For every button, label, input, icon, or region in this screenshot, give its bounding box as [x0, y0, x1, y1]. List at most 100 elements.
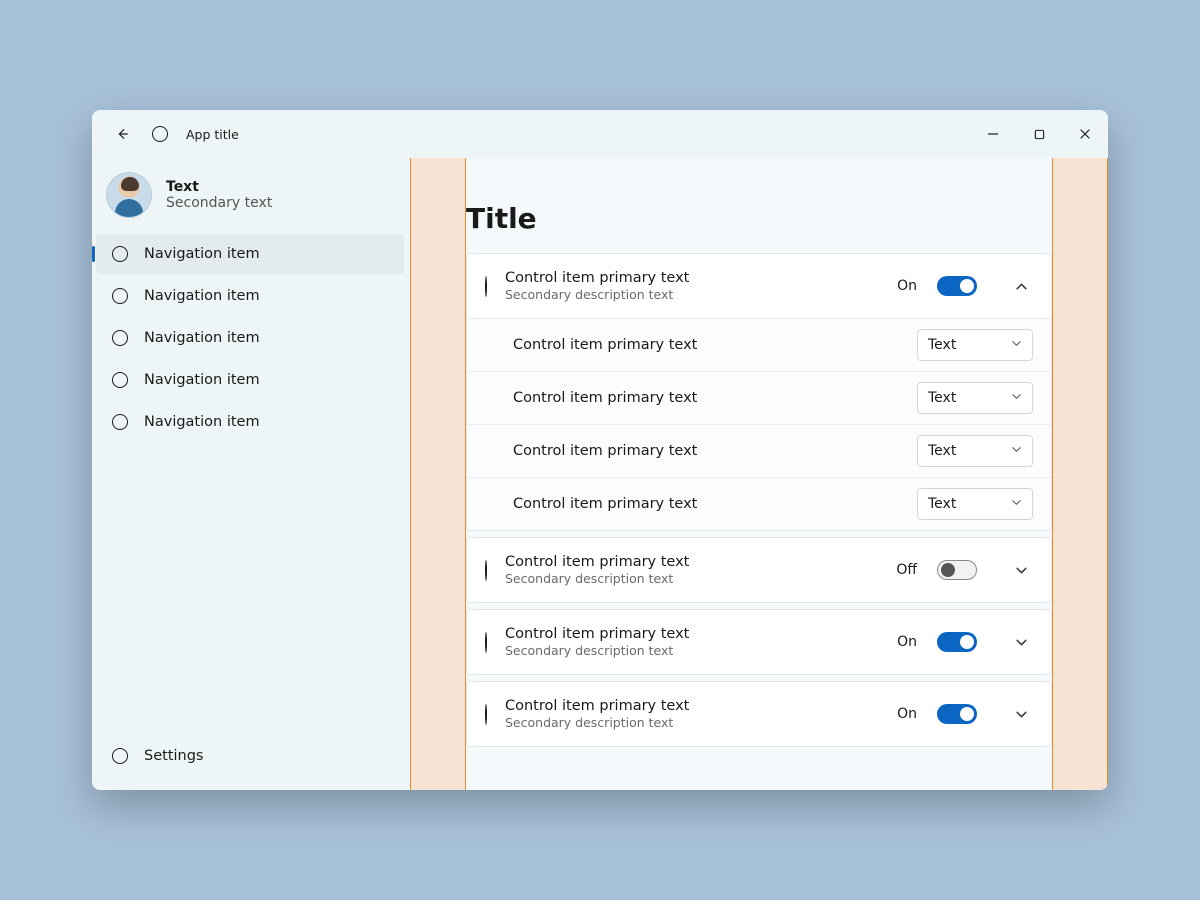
- setting-card-1: Control item primary text Secondary desc…: [466, 537, 1052, 603]
- chevron-down-icon[interactable]: [1009, 630, 1033, 654]
- setting-child-primary: Control item primary text: [513, 390, 697, 406]
- chevron-down-icon[interactable]: [1009, 558, 1033, 582]
- content: Title Control item primary text Secondar…: [466, 158, 1052, 790]
- page-title: Title: [466, 202, 1052, 253]
- dropdown-value: Text: [928, 337, 956, 353]
- setting-child-primary: Control item primary text: [513, 496, 697, 512]
- toggle-state-label: On: [897, 278, 917, 294]
- app-body: Text Secondary text Navigation item Navi…: [92, 158, 1108, 790]
- setting-text: Control item primary text Secondary desc…: [505, 626, 689, 658]
- setting-text: Control item primary text Secondary desc…: [505, 554, 689, 586]
- chevron-down-icon: [1011, 337, 1022, 353]
- toggle-switch[interactable]: [937, 276, 977, 296]
- setting-child-row: Control item primary text Text: [467, 424, 1051, 477]
- setting-secondary: Secondary description text: [505, 643, 689, 658]
- chevron-down-icon: [1011, 443, 1022, 459]
- dropdown[interactable]: Text: [917, 382, 1033, 414]
- app-icon: [144, 118, 176, 150]
- nav-item-3[interactable]: Navigation item: [96, 360, 404, 400]
- profile-primary: Text: [166, 179, 272, 195]
- setting-primary: Control item primary text: [505, 698, 689, 714]
- nav-item-1[interactable]: Navigation item: [96, 276, 404, 316]
- app-window: App title Text Secondary text: [92, 110, 1108, 790]
- titlebar-left: App title: [96, 118, 239, 150]
- chevron-down-icon: [1011, 390, 1022, 406]
- nav-item-label: Navigation item: [144, 330, 260, 346]
- toggle-state-label: On: [897, 634, 917, 650]
- setting-card-3: Control item primary text Secondary desc…: [466, 681, 1052, 747]
- circle-icon: [485, 277, 487, 296]
- setting-child-row: Control item primary text Text: [467, 371, 1051, 424]
- setting-child-primary: Control item primary text: [513, 337, 697, 353]
- setting-card-2: Control item primary text Secondary desc…: [466, 609, 1052, 675]
- setting-primary: Control item primary text: [505, 554, 689, 570]
- sidebar: Text Secondary text Navigation item Navi…: [92, 158, 410, 790]
- dropdown-value: Text: [928, 496, 956, 512]
- setting-child-row: Control item primary text Text: [467, 477, 1051, 530]
- setting-secondary: Secondary description text: [505, 715, 689, 730]
- settings-list: Control item primary text Secondary desc…: [466, 253, 1052, 767]
- nav-item-label: Navigation item: [144, 414, 260, 430]
- chevron-down-icon[interactable]: [1009, 702, 1033, 726]
- nav-list: Navigation item Navigation item Navigati…: [92, 232, 410, 442]
- close-button[interactable]: [1062, 118, 1108, 150]
- nav-item-0[interactable]: Navigation item: [96, 234, 404, 274]
- nav-item-label: Settings: [144, 748, 203, 764]
- titlebar: App title: [92, 110, 1108, 158]
- circle-icon: [485, 561, 487, 580]
- setting-text: Control item primary text Secondary desc…: [505, 698, 689, 730]
- nav-item-label: Navigation item: [144, 246, 260, 262]
- dropdown[interactable]: Text: [917, 329, 1033, 361]
- circle-icon: [112, 330, 128, 346]
- circle-icon: [485, 705, 487, 724]
- maximize-button[interactable]: [1016, 118, 1062, 150]
- nav-item-2[interactable]: Navigation item: [96, 318, 404, 358]
- circle-icon: [152, 126, 168, 142]
- avatar: [106, 172, 152, 218]
- margin-guide-left: [410, 158, 466, 790]
- nav-bottom: Settings: [92, 736, 410, 782]
- setting-card-0: Control item primary text Secondary desc…: [466, 253, 1052, 531]
- nav-item-4[interactable]: Navigation item: [96, 402, 404, 442]
- chevron-down-icon: [1011, 496, 1022, 512]
- setting-secondary: Secondary description text: [505, 571, 689, 586]
- circle-icon: [112, 414, 128, 430]
- setting-row[interactable]: Control item primary text Secondary desc…: [467, 254, 1051, 318]
- dropdown[interactable]: Text: [917, 488, 1033, 520]
- profile-card[interactable]: Text Secondary text: [92, 162, 410, 232]
- circle-icon: [112, 246, 128, 262]
- margin-guide-right: [1052, 158, 1108, 790]
- dropdown-value: Text: [928, 443, 956, 459]
- setting-children: Control item primary text Text Control i…: [467, 318, 1051, 530]
- app-title: App title: [186, 127, 239, 142]
- toggle-state-label: On: [897, 706, 917, 722]
- setting-child-row: Control item primary text Text: [467, 319, 1051, 371]
- profile-text: Text Secondary text: [166, 179, 272, 211]
- nav-item-label: Navigation item: [144, 288, 260, 304]
- toggle-switch[interactable]: [937, 560, 977, 580]
- nav-item-settings[interactable]: Settings: [96, 736, 404, 776]
- setting-primary: Control item primary text: [505, 626, 689, 642]
- profile-secondary: Secondary text: [166, 195, 272, 211]
- toggle-switch[interactable]: [937, 632, 977, 652]
- setting-child-primary: Control item primary text: [513, 443, 697, 459]
- content-wrap: Title Control item primary text Secondar…: [410, 158, 1108, 790]
- setting-row[interactable]: Control item primary text Secondary desc…: [467, 538, 1051, 602]
- circle-icon: [112, 748, 128, 764]
- circle-icon: [112, 372, 128, 388]
- back-button[interactable]: [106, 118, 138, 150]
- circle-icon: [485, 633, 487, 652]
- dropdown[interactable]: Text: [917, 435, 1033, 467]
- toggle-state-label: Off: [896, 562, 917, 578]
- chevron-up-icon[interactable]: [1009, 274, 1033, 298]
- setting-row[interactable]: Control item primary text Secondary desc…: [467, 610, 1051, 674]
- setting-secondary: Secondary description text: [505, 287, 689, 302]
- toggle-switch[interactable]: [937, 704, 977, 724]
- nav-item-label: Navigation item: [144, 372, 260, 388]
- setting-primary: Control item primary text: [505, 270, 689, 286]
- setting-text: Control item primary text Secondary desc…: [505, 270, 689, 302]
- circle-icon: [112, 288, 128, 304]
- setting-row[interactable]: Control item primary text Secondary desc…: [467, 682, 1051, 746]
- caption-controls: [970, 118, 1108, 150]
- minimize-button[interactable]: [970, 118, 1016, 150]
